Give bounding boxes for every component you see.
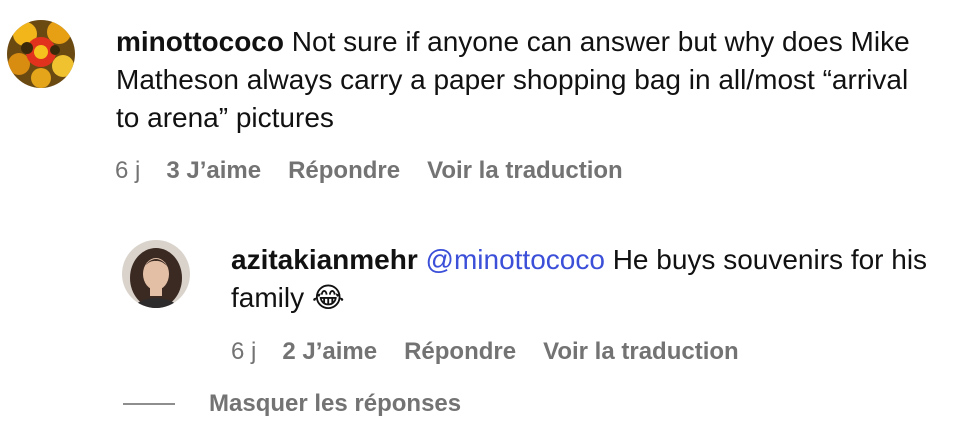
thread-divider-line bbox=[123, 403, 175, 405]
reply-translate-button[interactable]: Voir la traduction bbox=[543, 338, 739, 366]
comment-likes[interactable]: 3 J’aime bbox=[166, 157, 261, 185]
reply-mention-link[interactable]: @minottococo bbox=[426, 244, 605, 275]
comment-reply-button[interactable]: Répondre bbox=[288, 157, 400, 185]
laughing-emoji-icon: 😂 bbox=[311, 281, 345, 314]
reply-reply-button[interactable]: Répondre bbox=[404, 338, 516, 366]
avatar-minottococo[interactable] bbox=[7, 20, 75, 88]
comment-time[interactable]: 6 j bbox=[115, 157, 140, 185]
reply-username[interactable]: azitakianmehr bbox=[231, 244, 418, 275]
hide-replies-button[interactable]: Masquer les réponses bbox=[123, 390, 461, 418]
reply-time[interactable]: 6 j bbox=[231, 338, 256, 366]
person-avatar-icon bbox=[122, 240, 190, 308]
flower-avatar-icon bbox=[7, 20, 75, 88]
hide-replies-label: Masquer les réponses bbox=[209, 390, 462, 417]
comment-text-block: minottococo Not sure if anyone can answe… bbox=[116, 23, 936, 137]
avatar-azitakianmehr[interactable] bbox=[122, 240, 190, 308]
reply-text-block: azitakianmehr @minottococo He buys souve… bbox=[231, 241, 961, 317]
comment-meta: 6 j 3 J’aime Répondre Voir la traduction bbox=[115, 157, 650, 185]
comment-translate-button[interactable]: Voir la traduction bbox=[427, 157, 623, 185]
reply-likes[interactable]: 2 J’aime bbox=[282, 338, 377, 366]
comment-username[interactable]: minottococo bbox=[116, 26, 284, 57]
reply-meta: 6 j 2 J’aime Répondre Voir la traduction bbox=[231, 338, 766, 366]
